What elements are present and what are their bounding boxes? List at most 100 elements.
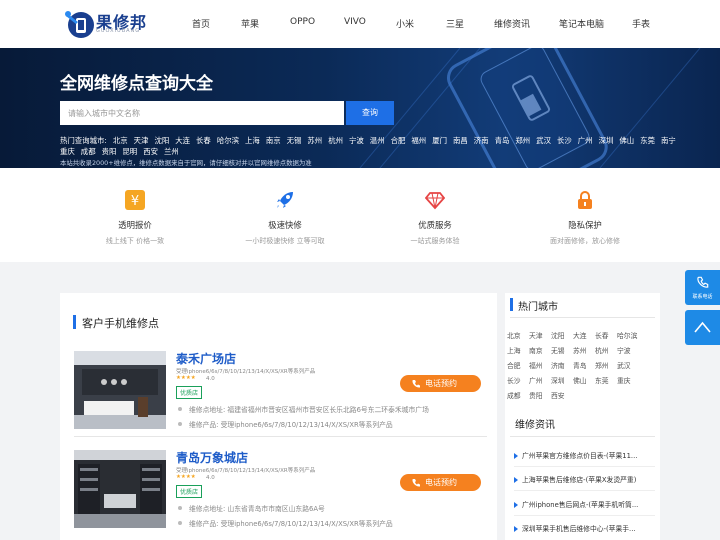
city-link[interactable]: 武汉 [617,360,639,370]
city-link[interactable]: 重庆 [617,375,639,385]
shop-item[interactable]: 青岛万象城店 受理iphone6/6s/7/8/10/12/13/14/X/XS… [74,450,487,540]
shop-photo[interactable] [74,450,166,528]
city-link[interactable]: 青岛 [495,135,510,146]
back-to-top-button[interactable] [685,310,720,345]
city-link[interactable]: 无锡 [287,135,302,146]
city-link[interactable]: 哈尔滨 [217,135,239,146]
nav-xiaomi[interactable]: 小米 [396,17,414,30]
city-link[interactable]: 天津 [134,135,149,146]
city-link[interactable]: 宁波 [349,135,364,146]
news-title: 深圳苹果手机售后维修中心-(苹果手... [522,525,636,533]
shop-photo[interactable] [74,351,166,429]
city-link[interactable]: 杭州 [595,345,617,355]
city-link[interactable]: 佛山 [619,135,634,146]
city-link[interactable]: 厦门 [432,135,447,146]
city-link[interactable]: 郑州 [515,135,530,146]
news-title: 广州iphone售后网点-(苹果手机听筒... [522,501,639,509]
hero-banner: 全网维修点查询大全 查询 热门查询城市: 北京天津沈阳大连长春哈尔滨上海南京无锡… [0,48,720,168]
city-link[interactable]: 长春 [196,135,211,146]
nav-samsung[interactable]: 三星 [446,17,464,30]
features-bar: ¥ 透明报价 线上线下 价格一致 极速快修 一小时极速快修 立等可取 优质服务 … [0,168,720,262]
triangle-bullet-icon [514,502,518,508]
search-button[interactable]: 查询 [346,101,394,125]
city-link[interactable]: 南京 [266,135,281,146]
news-item[interactable]: 广州苹果官方维修点价目表-(苹果11... [514,450,656,460]
city-link[interactable]: 广州 [529,375,551,385]
hero-title: 全网维修点查询大全 [60,74,213,94]
city-link[interactable]: 郑州 [595,360,617,370]
city-link[interactable]: 沈阳 [154,135,169,146]
city-link[interactable]: 佛山 [573,375,595,385]
city-link[interactable]: 南宁 [661,135,676,146]
shop-item[interactable]: 泰禾广场店 受理iphone6/6s/7/8/10/12/13/14/X/XS/… [74,351,487,443]
city-link[interactable]: 合肥 [507,360,529,370]
city-link[interactable]: 温州 [370,135,385,146]
city-link[interactable]: 长春 [595,330,617,340]
bullet-dot [178,422,182,426]
city-link[interactable]: 重庆 [60,146,75,157]
city-link[interactable]: 天津 [529,330,551,340]
news-item[interactable]: 上海苹果售后维修店-(苹果X发烫严重) [514,474,656,484]
nav-laptop[interactable]: 笔记本电脑 [559,17,604,30]
nav-apple[interactable]: 苹果 [241,17,259,30]
city-link[interactable]: 长沙 [507,375,529,385]
city-link[interactable]: 苏州 [573,345,595,355]
nav-oppo[interactable]: OPPO [290,17,315,27]
city-link[interactable]: 无锡 [551,345,573,355]
city-search-input[interactable] [60,101,344,125]
city-link[interactable]: 北京 [113,135,128,146]
city-link[interactable]: 福州 [411,135,426,146]
city-link[interactable]: 南昌 [453,135,468,146]
city-link[interactable]: 昆明 [122,146,137,157]
city-link[interactable]: 哈尔滨 [617,330,639,340]
city-link[interactable]: 广州 [578,135,593,146]
city-link[interactable]: 青岛 [573,360,595,370]
nav-vivo[interactable]: VIVO [344,17,366,27]
shop-name[interactable]: 青岛万象城店 [176,449,248,466]
city-link[interactable]: 成都 [81,146,96,157]
city-link[interactable]: 深圳 [551,375,573,385]
rating-stars: ★★★★ [176,375,196,381]
nav-repair-news[interactable]: 维修资讯 [494,17,530,30]
city-link[interactable]: 大连 [175,135,190,146]
city-link[interactable]: 济南 [474,135,489,146]
news-item[interactable]: 广州iphone售后网点-(苹果手机听筒... [514,499,656,509]
city-link[interactable]: 上海 [245,135,260,146]
shop-description: 受理iphone6/6s/7/8/10/12/13/14/X/XS/XR等系列产… [176,369,316,375]
city-link[interactable]: 西安 [143,146,158,157]
city-link[interactable]: 武汉 [536,135,551,146]
city-link[interactable]: 济南 [551,360,573,370]
city-link[interactable]: 沈阳 [551,330,573,340]
city-link[interactable]: 西安 [551,390,573,400]
city-link[interactable]: 东莞 [595,375,617,385]
bullet-dot [178,521,182,525]
contact-phone-float-button[interactable]: 联系电话 [685,270,720,305]
repair-news-card: 维修资讯 广州苹果官方维修点价目表-(苹果11... 上海苹果售后维修店-(苹果… [505,408,660,540]
shop-name[interactable]: 泰禾广场店 [176,350,236,367]
city-link[interactable]: 杭州 [328,135,343,146]
phone-icon [412,479,420,487]
city-link[interactable]: 宁波 [617,345,639,355]
nav-watch[interactable]: 手表 [632,17,650,30]
city-link[interactable]: 深圳 [599,135,614,146]
city-link[interactable]: 福州 [529,360,551,370]
city-link[interactable]: 兰州 [164,146,179,157]
city-link[interactable]: 东莞 [640,135,655,146]
city-link[interactable]: 合肥 [391,135,406,146]
logo-icon[interactable] [64,8,98,40]
city-link[interactable]: 大连 [573,330,595,340]
city-link[interactable]: 苏州 [307,135,322,146]
phone-booking-button[interactable]: 电话预约 [400,375,481,392]
nav-home[interactable]: 首页 [192,17,210,30]
city-link[interactable]: 长沙 [557,135,572,146]
city-link[interactable]: 北京 [507,330,529,340]
city-link[interactable]: 上海 [507,345,529,355]
city-link[interactable]: 贵阳 [529,390,551,400]
city-link[interactable]: 贵阳 [102,146,117,157]
city-link[interactable]: 成都 [507,390,529,400]
phone-booking-button[interactable]: 电话预约 [400,474,481,491]
chevron-up-icon [694,321,711,333]
header: 果修邦 GUOXIUBANG 首页 苹果 OPPO VIVO 小米 三星 维修资… [0,0,720,48]
city-link[interactable]: 南京 [529,345,551,355]
news-item[interactable]: 深圳苹果手机售后维修中心-(苹果手... [514,523,656,533]
